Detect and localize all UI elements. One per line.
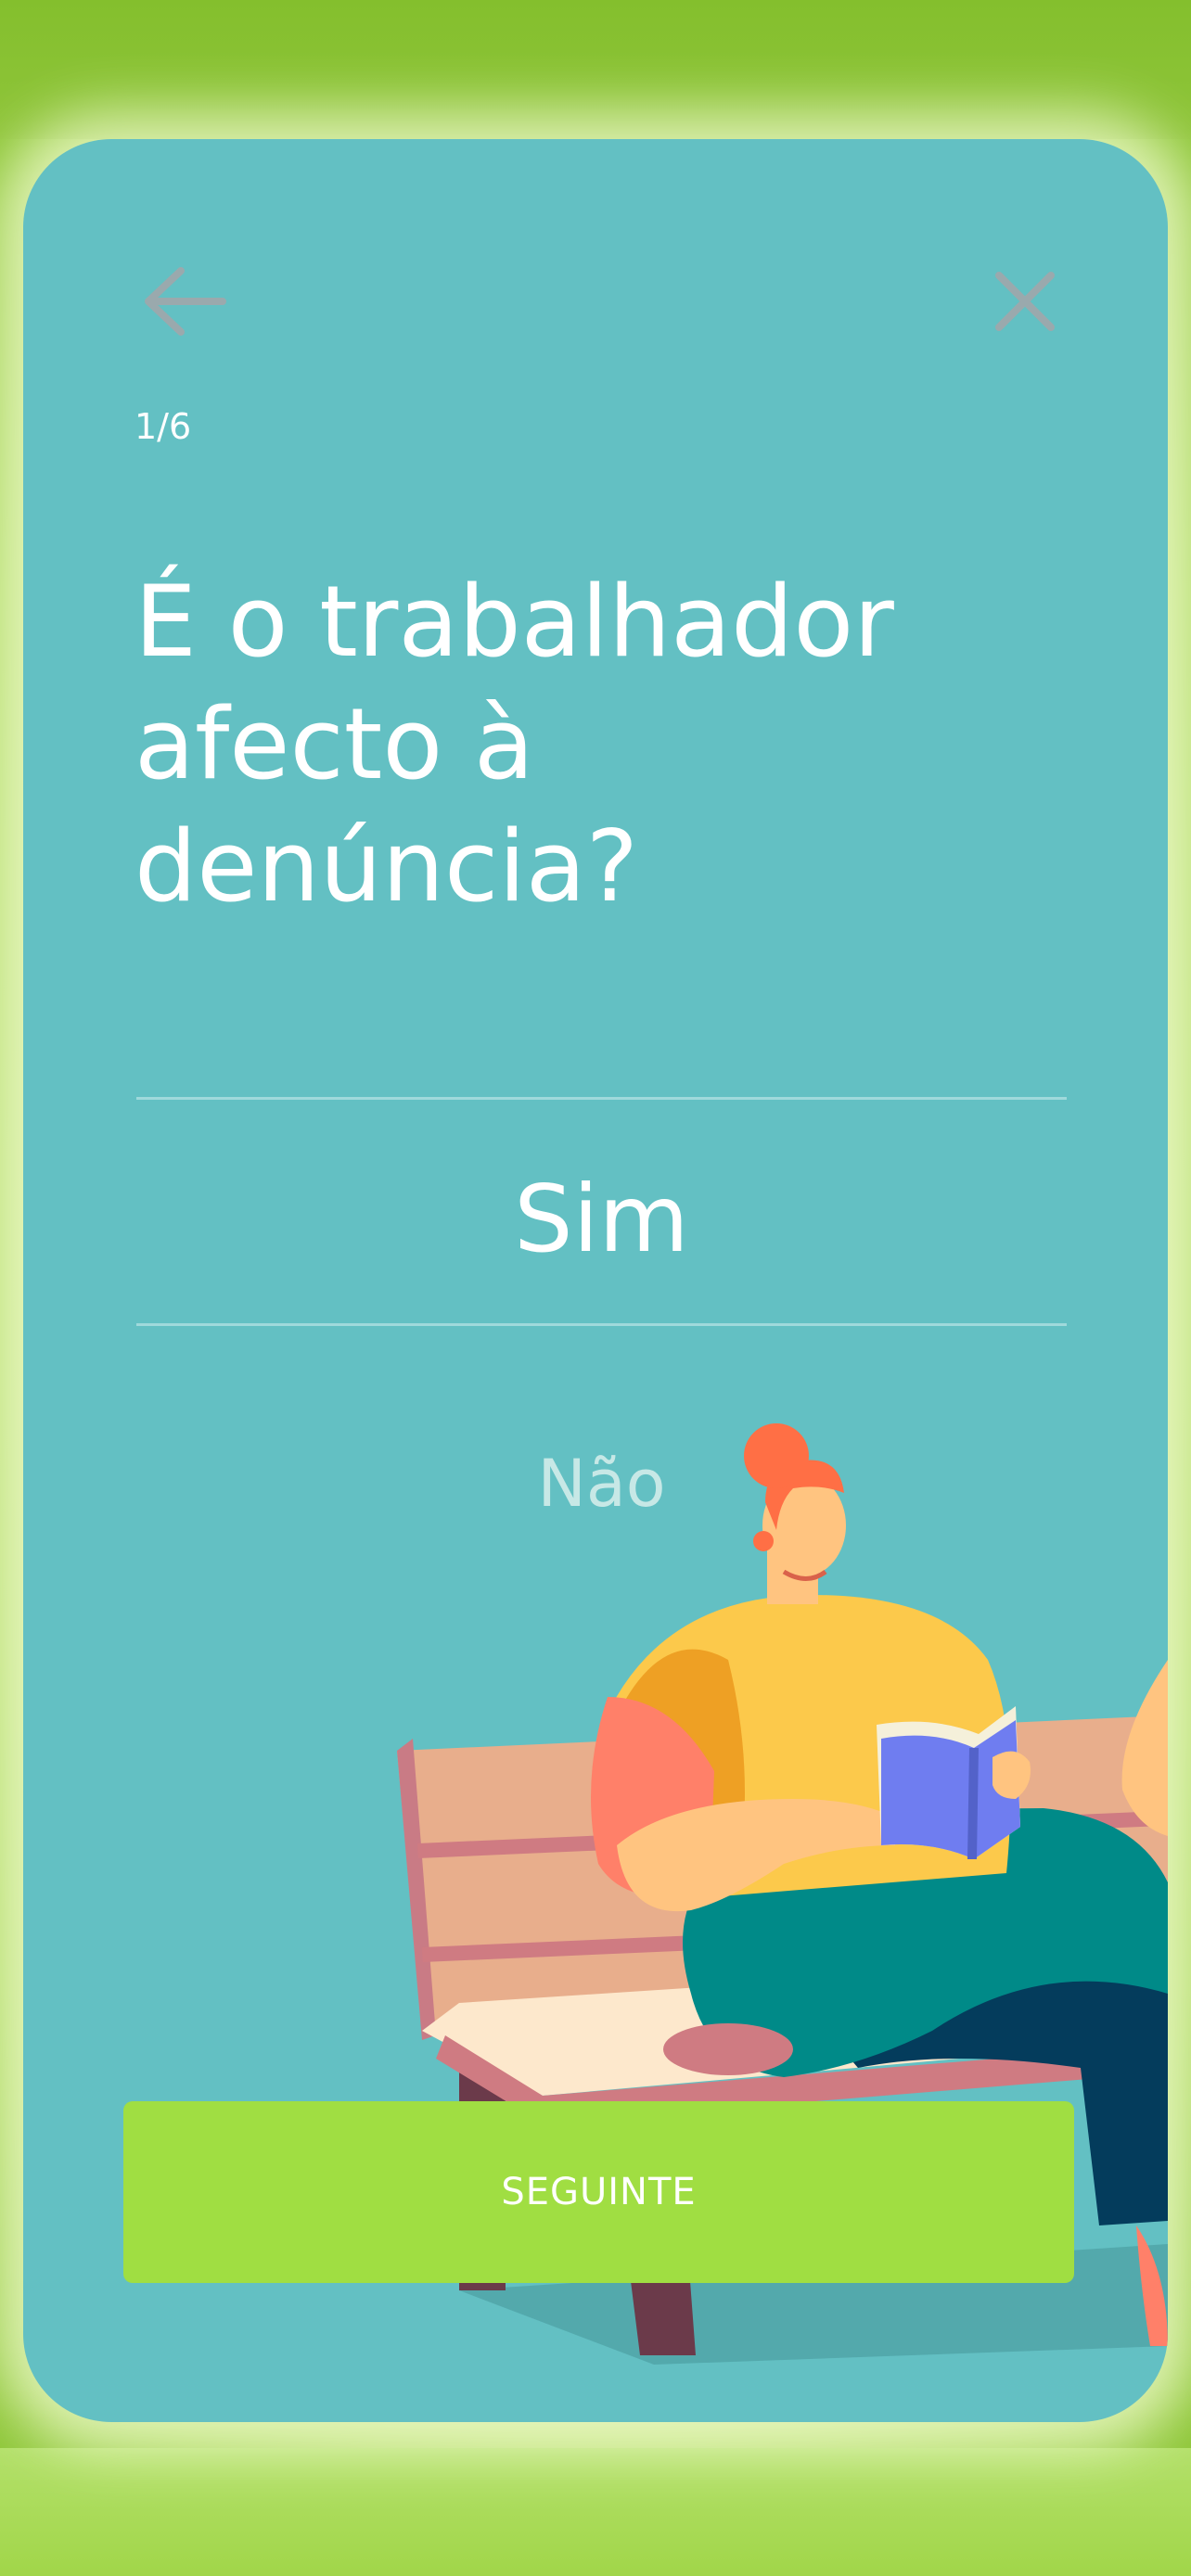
back-button[interactable]	[139, 260, 232, 343]
option-nao[interactable]: Não	[136, 1428, 1067, 1539]
woman-arm	[617, 1799, 895, 1912]
question-line-1: É o trabalhador	[134, 565, 894, 679]
book-spine	[967, 1748, 979, 1859]
bench-backrest-frame	[397, 1739, 436, 2040]
book-cover	[881, 1720, 1020, 1859]
woman-sleeve	[591, 1697, 714, 1897]
bench-slat-1	[417, 1810, 1168, 1858]
option-divider-top	[136, 1097, 1067, 1100]
second-figure-foot	[1136, 2225, 1168, 2346]
step-counter: 1/6	[134, 406, 192, 447]
woman-leg-front	[683, 1808, 1168, 2077]
question-line-2: afecto à	[134, 687, 534, 801]
background-top-band	[0, 0, 1191, 139]
book-pages	[877, 1706, 1020, 1859]
woman-mouth	[782, 1569, 827, 1581]
question-line-3: denúncia?	[134, 810, 638, 924]
background-bottom-band	[0, 2448, 1191, 2576]
option-sim[interactable]: Sim	[136, 1108, 1067, 1331]
option-divider-bottom	[136, 1323, 1067, 1326]
arrow-left-icon	[145, 267, 226, 336]
bench-backrest	[397, 1715, 1168, 2031]
woman-torso-shade	[612, 1649, 745, 1882]
bench-seat	[422, 1957, 1168, 2096]
second-figure-arm	[1121, 1660, 1168, 1836]
question-title: É o trabalhador afecto à denúncia?	[134, 561, 969, 928]
next-button[interactable]: SEGUINTE	[123, 2101, 1074, 2283]
bench-slat-2	[421, 1914, 1168, 1962]
woman-hand	[992, 1751, 1031, 1799]
seat-cushion	[663, 2023, 793, 2075]
woman-torso	[596, 1595, 1011, 1901]
woman-neck	[767, 1530, 818, 1604]
question-card: 1/6 É o trabalhador afecto à denúncia? S…	[23, 139, 1168, 2422]
close-button[interactable]	[988, 264, 1062, 338]
close-icon	[995, 272, 1055, 331]
